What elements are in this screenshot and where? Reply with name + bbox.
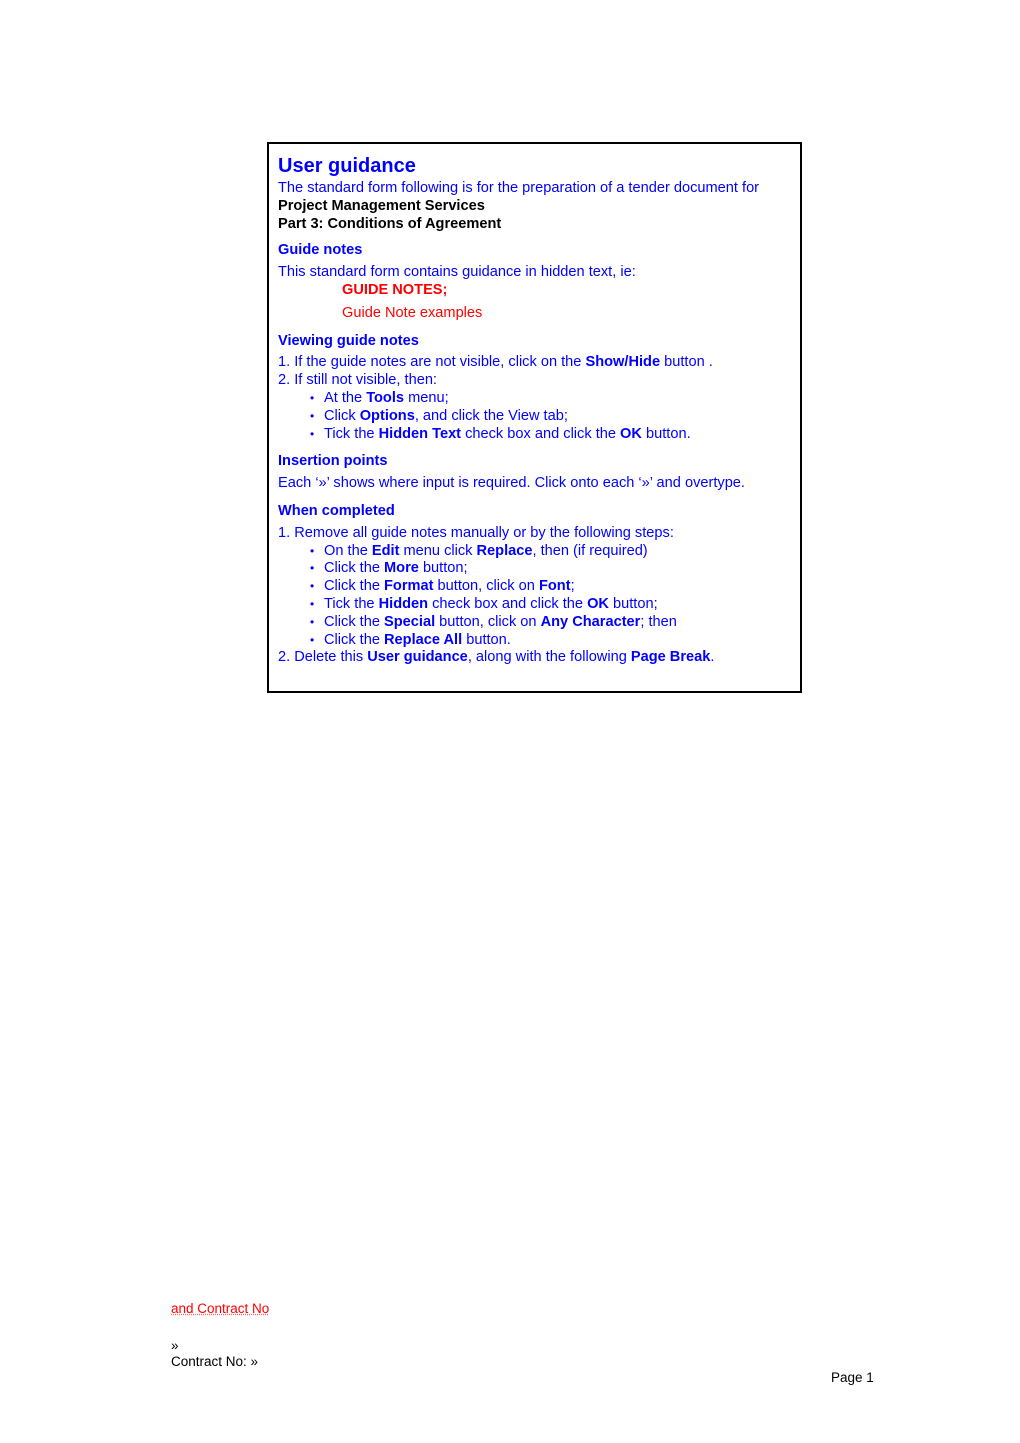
show-hide-label: Show/Hide [585,354,661,371]
text: Click the [324,578,385,595]
list-item: Click the More button; [310,560,791,578]
guide-notes-text: This standard form contains guidance in … [278,264,636,281]
text: menu click [399,542,477,559]
text: 1. If the guide notes are not visible, c… [278,354,586,371]
text: , along with the following [467,649,631,666]
text: Tick the [324,425,379,442]
text: button . [660,354,713,371]
list-item: At the Tools menu; [310,390,791,408]
viewing-bullets: At the Tools menu; Click Options, and cl… [278,390,791,443]
viewing-step-1: 1. If the guide notes are not visible, c… [278,354,791,372]
list-item: Tick the Hidden Text check box and click… [310,426,791,444]
guide-notes-example: Guide Note examples [342,304,483,321]
completed-heading: When completed [278,502,395,519]
bold-text: User guidance [367,649,468,666]
bold-text: Hidden [378,595,429,612]
list-item: On the Edit menu click Replace, then (if… [310,543,791,561]
insertion-text: Each ‘»’ shows where input is required. … [278,475,745,492]
completed-step-1: 1. Remove all guide notes manually or by… [278,524,674,541]
text: button, click on [435,613,541,630]
completed-step-2: 2. Delete this User guidance, along with… [278,649,791,667]
text: button, click on [433,578,539,595]
text: check box and click the [428,595,588,612]
list-item: Click the Replace All button. [310,632,791,650]
bold-text: Any Character [540,613,641,630]
text: button; [608,595,658,612]
bold-text: Page Break [630,649,711,666]
bold-text: Font [538,578,571,595]
bold-text: Replace All [384,631,463,648]
bold-text: Replace [476,542,533,559]
bold-text: Tools [366,389,405,406]
guidance-title: User guidance [278,155,416,177]
part-name: Part 3: Conditions of Agreement [278,215,502,232]
text: Tick the [324,595,379,612]
bold-text: Format [384,578,434,595]
text: ; then [640,613,677,630]
bold-text: OK [620,425,642,442]
text: button; [418,560,468,577]
completed-bullets: On the Edit menu click Replace, then (if… [278,543,791,650]
footer-page-number: Page 1 [831,1370,874,1385]
user-guidance-box: User guidance The standard form followin… [267,142,802,693]
guide-notes-heading: Guide notes [278,242,363,259]
guide-notes-example-caps: GUIDE NOTES; [342,281,448,298]
bold-text: More [384,560,419,577]
list-item: Click the Special button, click on Any C… [310,614,791,632]
text: Click [324,407,360,424]
text: On the [324,542,372,559]
footer-contract-no: Contract No: » [171,1354,259,1369]
footer-insertion-mark[interactable]: » [171,1338,179,1353]
viewing-heading: Viewing guide notes [278,332,419,349]
bold-text: OK [587,595,609,612]
text: 2. Delete this [278,649,368,666]
text: Click the [324,613,385,630]
bold-text: Edit [371,542,400,559]
text: check box and click the [461,425,621,442]
list-item: Click Options, and click the View tab; [310,408,791,426]
text: Click the [324,631,385,648]
text: , then (if required) [532,542,648,559]
service-name: Project Management Services [278,197,485,214]
guidance-intro: The standard form following is for the p… [278,180,760,196]
list-item: Click the Format button, click on Font; [310,578,791,596]
footer-hidden-text: and Contract No [171,1301,270,1316]
bold-text: Options [359,407,415,424]
text: menu; [404,389,449,406]
text: ; [570,578,575,595]
text: , and click the View tab; [414,407,568,424]
text: button. [641,425,691,442]
bold-text: Special [384,613,436,630]
text: Click the [324,560,385,577]
insertion-heading: Insertion points [278,453,388,470]
bold-text: Hidden Text [378,425,462,442]
list-item: Tick the Hidden check box and click the … [310,596,791,614]
text: button. [462,631,511,648]
text: . [710,649,715,666]
viewing-step-2: 2. If still not visible, then: [278,372,437,389]
text: At the [324,389,367,406]
